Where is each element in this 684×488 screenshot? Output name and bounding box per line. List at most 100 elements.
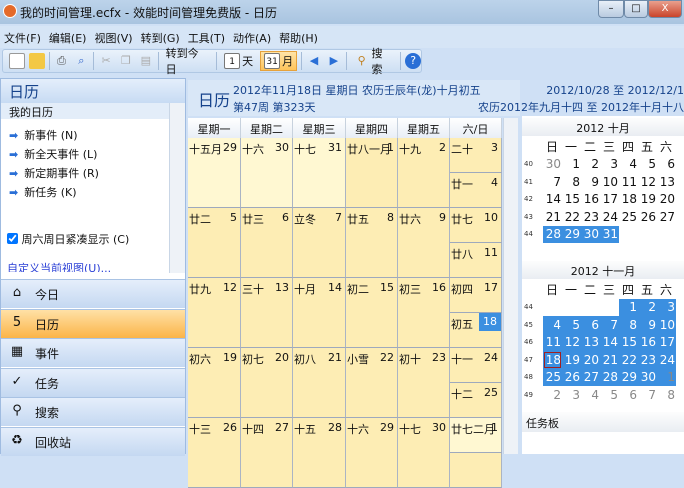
open-folder-icon[interactable] [28, 53, 45, 69]
mini-day[interactable]: 15 [619, 333, 638, 351]
cut-icon[interactable]: ✂ [98, 53, 114, 69]
day-cell[interactable]: 十四 27 [241, 418, 293, 488]
mini-day[interactable] [562, 299, 581, 317]
minimize-button[interactable]: – [598, 0, 624, 18]
menu-item[interactable]: 工具(T) [184, 26, 229, 46]
mini-day[interactable]: 23 [581, 208, 600, 226]
day-cell[interactable]: 三十 13 [241, 278, 293, 348]
mini-day[interactable]: 2 [581, 156, 600, 174]
mini-day[interactable]: 4 [581, 386, 600, 404]
mini-day[interactable]: 30 [581, 225, 600, 243]
mini-day[interactable]: 5 [562, 316, 581, 334]
day-cell[interactable]: 十六 30 [241, 138, 293, 208]
mini-day[interactable]: 16 [581, 191, 600, 209]
mini-day[interactable]: 21 [600, 351, 619, 369]
checkbox[interactable] [7, 233, 18, 244]
mini-day[interactable]: 16 [638, 333, 657, 351]
mini-day[interactable]: 1 [657, 368, 676, 386]
new-item-link[interactable]: ➡ 新全天事件 (L) [9, 146, 97, 162]
nav-0[interactable]: ⌂ 今日 [1, 279, 185, 308]
goto-today-button[interactable]: 转到今日 [163, 44, 212, 78]
day-cell[interactable]: 廿一 4 [450, 173, 502, 208]
previous-icon[interactable]: ◀ [306, 53, 322, 69]
mini-day[interactable]: 15 [562, 191, 581, 209]
close-button[interactable]: X [648, 0, 682, 18]
day-cell[interactable] [450, 453, 502, 488]
day-cell[interactable]: 十六 29 [346, 418, 398, 488]
menu-item[interactable]: 文件(F) [0, 26, 45, 46]
day-cell[interactable]: 廿五 8 [346, 208, 398, 278]
day-cell[interactable]: 十二 25 [450, 383, 502, 418]
day-cell[interactable]: 十一 24 [450, 348, 502, 383]
nav-5[interactable]: ♻ 回收站 [1, 426, 185, 456]
day-cell[interactable]: 二十 3 [450, 138, 502, 173]
day-cell[interactable]: 廿八一月 1 [346, 138, 398, 208]
mini-day[interactable]: 19 [638, 191, 657, 209]
mini-day[interactable]: 4 [543, 316, 562, 334]
nav-2[interactable]: ▦ 事件 [1, 338, 185, 367]
mini-day[interactable]: 1 [562, 156, 581, 174]
mini-day[interactable]: 4 [619, 156, 638, 174]
compact-weekend-checkbox[interactable]: 周六周日紧凑显示 (C) [7, 231, 129, 247]
mini-day[interactable]: 14 [543, 191, 562, 209]
mini-day[interactable]: 5 [600, 386, 619, 404]
menu-item[interactable]: 视图(V) [90, 26, 136, 46]
menu-item[interactable]: 编辑(E) [45, 26, 91, 46]
day-cell[interactable]: 廿三 6 [241, 208, 293, 278]
maximize-button[interactable]: □ [624, 0, 648, 18]
menu-item[interactable]: 动作(A) [229, 26, 275, 46]
day-cell[interactable]: 初六 19 [188, 348, 241, 418]
mini-day[interactable]: 5 [638, 156, 657, 174]
mini-day[interactable] [543, 299, 562, 317]
nav-3[interactable]: ✓ 任务 [1, 367, 185, 397]
mini-day[interactable]: 11 [543, 333, 562, 351]
mini-day[interactable]: 27 [581, 368, 600, 386]
nav-4[interactable]: ⚲ 搜索 [1, 397, 185, 426]
day-cell[interactable]: 廿九 12 [188, 278, 241, 348]
day-cell[interactable]: 初七 20 [241, 348, 293, 418]
mini-day[interactable]: 17 [600, 191, 619, 209]
mini-day[interactable]: 26 [562, 368, 581, 386]
new-icon[interactable] [9, 53, 25, 69]
next-icon[interactable]: ▶ [326, 53, 342, 69]
mini-day[interactable]: 3 [657, 298, 676, 316]
mini-day[interactable]: 13 [657, 173, 676, 191]
mini-day[interactable] [657, 226, 676, 244]
day-cell[interactable]: 廿七二月 1 [450, 418, 502, 453]
mini-day[interactable]: 21 [543, 208, 562, 226]
mini-day[interactable]: 6 [619, 386, 638, 404]
mini-day[interactable]: 30 [543, 156, 562, 174]
mini-day[interactable]: 12 [562, 333, 581, 351]
mini-day[interactable]: 14 [600, 333, 619, 351]
day-cell[interactable]: 廿六 9 [398, 208, 450, 278]
mini-day[interactable] [619, 226, 638, 244]
mini-day[interactable]: 2 [638, 298, 657, 316]
day-cell[interactable]: 十五 28 [293, 418, 346, 488]
menu-item[interactable]: 帮助(H) [275, 26, 322, 46]
day-cell[interactable]: 初五 18 [450, 313, 502, 348]
day-cell[interactable]: 十七 31 [293, 138, 346, 208]
day-cell[interactable]: 十三 26 [188, 418, 241, 488]
mini-day[interactable]: 9 [581, 173, 600, 191]
mini-day[interactable]: 18 [619, 191, 638, 209]
mini-day[interactable]: 13 [581, 333, 600, 351]
mini-day[interactable]: 23 [638, 351, 657, 369]
customize-view-link[interactable]: 自定义当前视图(U)... [7, 260, 111, 272]
mini-day[interactable]: 29 [619, 368, 638, 386]
mini-day[interactable]: 28 [600, 368, 619, 386]
mini-day[interactable]: 30 [638, 368, 657, 386]
new-item-link[interactable]: ➡ 新定期事件 (R) [9, 165, 99, 181]
day-cell[interactable]: 廿七 10 [450, 208, 502, 243]
mini-day[interactable]: 7 [600, 316, 619, 334]
help-icon[interactable]: ? [405, 53, 422, 69]
new-item-link[interactable]: ➡ 新任务 (K) [9, 184, 77, 200]
preview-icon[interactable]: ⌕ [73, 53, 89, 69]
print-icon[interactable]: ⎙ [54, 53, 70, 69]
menu-item[interactable]: 转到(G) [137, 26, 184, 46]
mini-day[interactable] [638, 226, 657, 244]
day-cell[interactable]: 十九 2 [398, 138, 450, 208]
mini-day[interactable]: 22 [562, 208, 581, 226]
mini-day[interactable]: 10 [600, 173, 619, 191]
mini-day[interactable]: 8 [657, 386, 676, 404]
mini-day[interactable]: 6 [657, 156, 676, 174]
